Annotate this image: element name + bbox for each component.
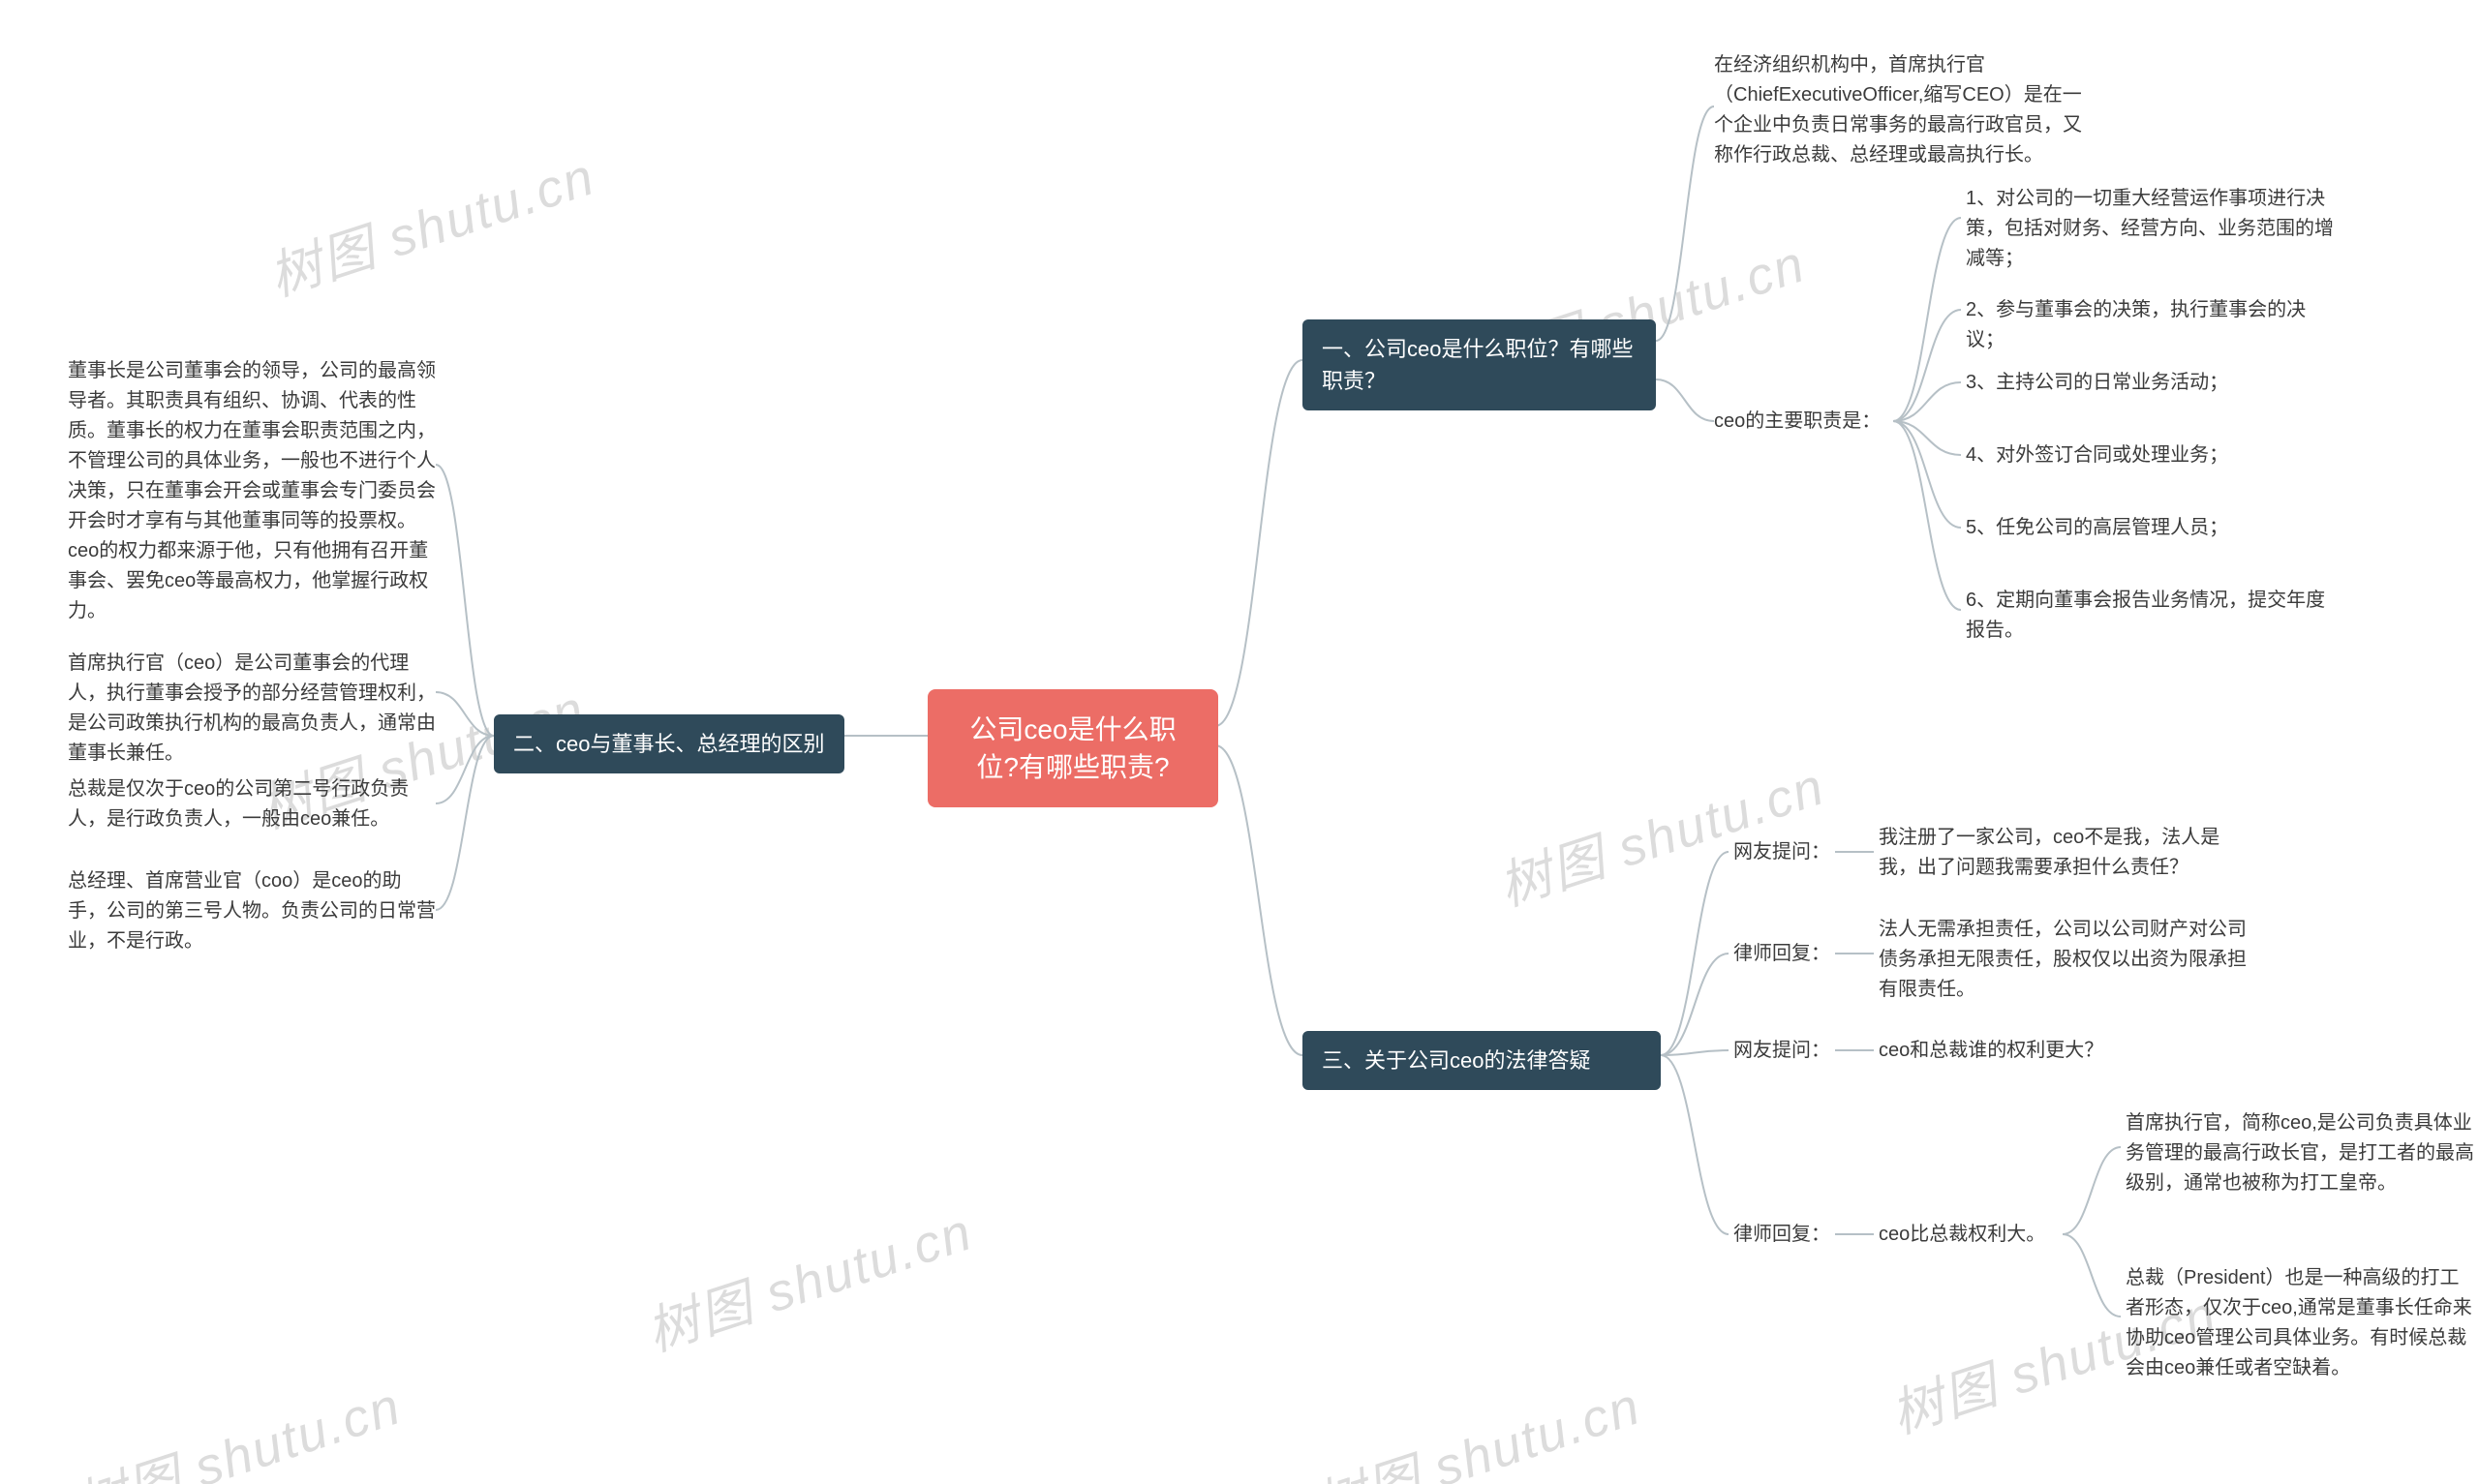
branch-2[interactable]: 二、ceo与董事长、总经理的区别 <box>494 714 844 773</box>
qa4-extra-1: 首席执行官，简称ceo,是公司负责具体业务管理的最高行政长官，是打工者的最高级别… <box>2126 1108 2474 1198</box>
qa3-text: ceo和总裁谁的权利更大？ <box>1879 1036 2247 1066</box>
branch1-duty-2: 2、参与董事会的决策，执行董事会的决议； <box>1966 295 2334 355</box>
qa4-label: 律师回复： <box>1733 1220 1840 1250</box>
qa2-text: 法人无需承担责任，公司以公司财产对公司债务承担无限责任，股权仅以出资为限承担有限… <box>1879 915 2247 1005</box>
branch1-duty-4: 4、对外签订合同或处理业务； <box>1966 440 2334 470</box>
branch1-duty-1: 1、对公司的一切重大经营运作事项进行决策，包括对财务、经营方向、业务范围的增减等… <box>1966 184 2334 274</box>
branch2-para-3: 总裁是仅次于ceo的公司第二号行政负责人，是行政负责人，一般由ceo兼任。 <box>68 774 436 834</box>
watermark: 树图 shutu.cn <box>258 134 602 311</box>
watermark: 树图 shutu.cn <box>1303 1363 1648 1484</box>
branch1-duty-6: 6、定期向董事会报告业务情况，提交年度报告。 <box>1966 586 2334 646</box>
qa3-label: 网友提问： <box>1733 1036 1840 1066</box>
mindmap-canvas: 树图 shutu.cn 树图 shutu.cn 树图 shutu.cn 树图 s… <box>0 0 2479 1484</box>
qa1-text: 我注册了一家公司，ceo不是我，法人是我，出了问题我需要承担什么责任？ <box>1879 823 2247 883</box>
qa4-text: ceo比总裁权利大。 <box>1879 1220 2067 1250</box>
branch2-para-1: 董事长是公司董事会的领导，公司的最高领导者。其职责具有组织、协调、代表的性质。董… <box>68 356 436 626</box>
qa2-label: 律师回复： <box>1733 939 1840 969</box>
branch1-duty-3: 3、主持公司的日常业务活动； <box>1966 368 2334 398</box>
branch-3[interactable]: 三、关于公司ceo的法律答疑 <box>1302 1031 1661 1090</box>
branch2-para-2: 首席执行官（ceo）是公司董事会的代理人，执行董事会授予的部分经营管理权利，是公… <box>68 649 436 769</box>
branch1-duty-5: 5、任免公司的高层管理人员； <box>1966 513 2334 543</box>
watermark: 树图 shutu.cn <box>64 1363 409 1484</box>
qa1-label: 网友提问： <box>1733 837 1840 867</box>
branch1-duties-label: ceo的主要职责是： <box>1714 407 1898 437</box>
branch1-intro: 在经济组织机构中，首席执行官（ChiefExecutiveOfficer,缩写C… <box>1714 50 2082 170</box>
branch-1[interactable]: 一、公司ceo是什么职位？有哪些职责？ <box>1302 319 1656 410</box>
root-node[interactable]: 公司ceo是什么职位?有哪些职责? <box>928 689 1218 807</box>
branch2-para-4: 总经理、首席营业官（coo）是ceo的助手，公司的第三号人物。负责公司的日常营业… <box>68 866 436 956</box>
qa4-extra-2: 总裁（President）也是一种高级的打工者形态，仅次于ceo,通常是董事长任… <box>2126 1263 2474 1383</box>
watermark: 树图 shutu.cn <box>635 1189 980 1366</box>
watermark: 树图 shutu.cn <box>1487 743 1832 921</box>
